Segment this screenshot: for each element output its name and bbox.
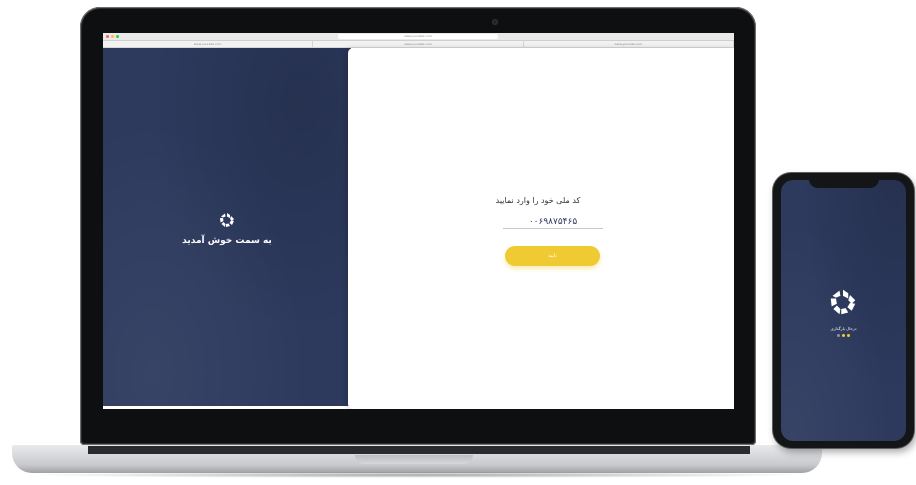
keyboard-hinge (88, 446, 750, 454)
panel-divider (103, 406, 351, 409)
browser-toolbar: www.yoursite.com (103, 33, 734, 41)
address-bar[interactable]: www.yoursite.com (338, 34, 498, 39)
app-logo-icon (830, 289, 856, 315)
phone-notch (809, 176, 879, 188)
national-code-input[interactable] (503, 215, 603, 229)
loading-dot (837, 334, 840, 337)
maximize-window-icon[interactable] (116, 35, 119, 38)
close-window-icon[interactable] (106, 35, 109, 38)
app-logo-icon (220, 213, 234, 227)
welcome-panel: به سمت خوش آمدید (103, 48, 351, 409)
phone-screen: درحال بارگذاری (781, 180, 906, 441)
browser-tab-strip: www.yoursite.com www.yoursite.com www.yo… (103, 41, 734, 48)
loading-indicator (781, 334, 906, 337)
browser-tab[interactable]: www.yoursite.com (313, 41, 524, 47)
laptop-opening-notch (355, 455, 473, 464)
webcam (492, 19, 498, 25)
confirm-button[interactable]: تایید (505, 246, 600, 266)
welcome-heading: به سمت خوش آمدید (182, 236, 272, 246)
browser-tab[interactable]: www.yoursite.com (524, 41, 734, 47)
laptop-shadow (20, 472, 815, 478)
national-code-prompt: کد ملی خود را وارد نمایید (495, 196, 581, 205)
loading-dot-active (847, 334, 850, 337)
laptop-screen: www.yoursite.com www.yoursite.com www.yo… (103, 33, 734, 409)
login-form-panel: کد ملی خود را وارد نمایید تایید (348, 48, 734, 409)
minimize-window-icon[interactable] (111, 35, 114, 38)
browser-tab[interactable]: www.yoursite.com (103, 41, 314, 47)
loading-caption: درحال بارگذاری (830, 326, 857, 331)
loading-dot-active (842, 334, 845, 337)
